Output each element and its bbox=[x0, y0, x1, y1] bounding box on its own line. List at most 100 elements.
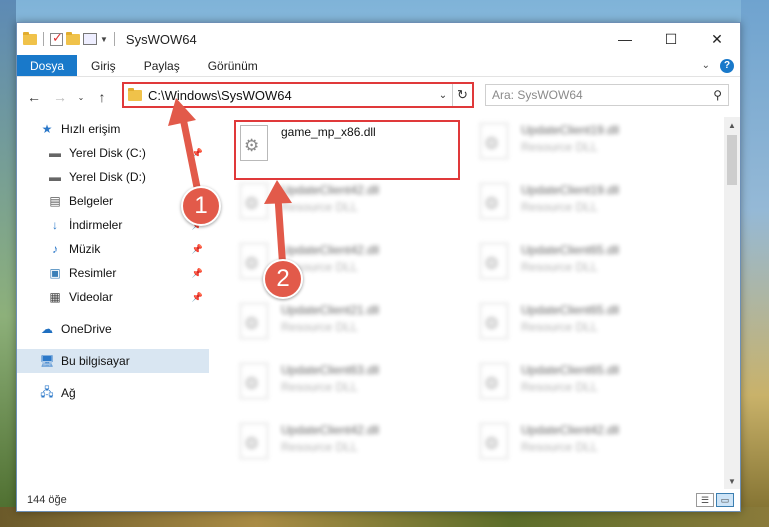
up-button[interactable]: ↑ bbox=[91, 86, 113, 108]
dll-file-icon: ⚙ bbox=[235, 361, 273, 405]
file-explorer-window: ▼ SysWOW64 — ☐ ✕ Dosya Giriş Paylaş Görü… bbox=[16, 22, 741, 512]
minimize-button[interactable]: — bbox=[602, 23, 648, 55]
file-item[interactable]: ⚙ UpdateClient65.dll Resource DLL bbox=[475, 361, 695, 413]
file-description: Resource DLL bbox=[281, 320, 358, 334]
tab-view[interactable]: Görünüm bbox=[194, 55, 272, 76]
address-path[interactable]: C:\Windows\SysWOW64 bbox=[148, 88, 434, 103]
file-item[interactable]: ⚙ UpdateClient42.dll Resource DLL bbox=[235, 181, 455, 233]
dll-file-icon: ⚙ bbox=[475, 121, 513, 165]
refresh-button[interactable]: ↻ bbox=[452, 84, 472, 106]
tiles-view-icon[interactable]: ▭ bbox=[716, 493, 734, 507]
file-item[interactable]: ⚙ UpdateClient21.dll Resource DLL bbox=[235, 301, 455, 353]
quick-access-toolbar: ▼ bbox=[23, 30, 118, 46]
sidebar-item-local-disk-d[interactable]: ▬ Yerel Disk (D:) bbox=[17, 165, 209, 189]
tab-share[interactable]: Paylaş bbox=[130, 55, 194, 76]
sidebar-item-this-pc[interactable]: 🖥 Bu bilgisayar bbox=[17, 349, 209, 373]
drive-icon: ▬ bbox=[49, 146, 61, 160]
file-description: Resource DLL bbox=[521, 380, 598, 394]
chevron-down-icon[interactable]: ▼ bbox=[100, 35, 108, 44]
network-icon: 🖧 bbox=[40, 384, 54, 399]
divider bbox=[113, 32, 115, 46]
expand-ribbon-icon[interactable]: ⌄ bbox=[702, 60, 710, 71]
back-button[interactable]: ← bbox=[23, 86, 45, 108]
sidebar-item-label: Yerel Disk (D:) bbox=[69, 170, 146, 184]
sidebar-item-documents[interactable]: ▤ Belgeler 📌 bbox=[17, 189, 209, 213]
file-description: Resource DLL bbox=[281, 380, 358, 394]
music-icon: ♪ bbox=[52, 242, 58, 256]
file-description: Resource DLL bbox=[521, 440, 598, 454]
file-description: Resource DLL bbox=[521, 260, 598, 274]
window-controls: — ☐ ✕ bbox=[602, 23, 740, 55]
search-input[interactable]: Ara: SysWOW64 bbox=[492, 88, 713, 102]
star-icon: ★ bbox=[41, 122, 53, 136]
file-name: UpdateClient65.dll bbox=[521, 363, 620, 377]
scroll-up-button[interactable]: ▲ bbox=[724, 117, 740, 133]
file-description: Resource DLL bbox=[521, 140, 598, 154]
videos-icon: ▦ bbox=[49, 290, 61, 304]
address-bar[interactable]: C:\Windows\SysWOW64 ⌄ ↻ bbox=[122, 82, 474, 108]
ribbon-right: ⌄ ? bbox=[702, 55, 740, 76]
vertical-scrollbar[interactable]: ▲ ▼ bbox=[724, 117, 740, 489]
file-description: Resource DLL bbox=[521, 320, 598, 334]
scroll-down-button[interactable]: ▼ bbox=[724, 473, 740, 489]
file-item[interactable]: ⚙ UpdateClient42.dll Resource DLL bbox=[475, 421, 695, 473]
dll-file-icon: ⚙ bbox=[475, 361, 513, 405]
title-bar: ▼ SysWOW64 — ☐ ✕ bbox=[17, 23, 740, 55]
close-button[interactable]: ✕ bbox=[694, 23, 740, 55]
sidebar-item-quick-access[interactable]: ★ Hızlı erişim bbox=[17, 117, 209, 141]
dll-file-icon: ⚙ bbox=[235, 421, 273, 465]
dll-file-icon: ⚙ bbox=[235, 301, 273, 345]
sidebar-item-network[interactable]: 🖧 Ağ bbox=[17, 381, 209, 405]
file-item[interactable]: ⚙ UpdateClient63.dll Resource DLL bbox=[235, 361, 455, 413]
recent-locations-button[interactable]: ⌄ bbox=[75, 86, 87, 108]
documents-icon: ▤ bbox=[49, 194, 61, 208]
cloud-icon: ☁ bbox=[41, 322, 53, 336]
maximize-button[interactable]: ☐ bbox=[648, 23, 694, 55]
scroll-thumb[interactable] bbox=[727, 135, 737, 185]
window-title: SysWOW64 bbox=[125, 31, 197, 47]
file-item[interactable]: ⚙ UpdateClient42.dll Resource DLL bbox=[235, 421, 455, 473]
dll-file-icon: ⚙ bbox=[235, 181, 273, 225]
sidebar-item-videos[interactable]: ▦ Videolar 📌 bbox=[17, 285, 209, 309]
sidebar-item-music[interactable]: ♪ Müzik 📌 bbox=[17, 237, 209, 261]
pin-icon: 📌 bbox=[191, 291, 203, 302]
details-view-icon[interactable]: ☰ bbox=[696, 493, 714, 507]
sidebar-item-label: Videolar bbox=[69, 290, 113, 304]
sidebar-item-pictures[interactable]: ▣ Resimler 📌 bbox=[17, 261, 209, 285]
new-folder-icon[interactable] bbox=[66, 31, 80, 45]
chevron-down-icon[interactable]: ⌄ bbox=[434, 90, 452, 101]
file-item[interactable]: ⚙ UpdateClient19.dll Resource DLL bbox=[475, 181, 695, 233]
computer-icon: 🖥 bbox=[39, 354, 55, 368]
properties-check-icon[interactable] bbox=[50, 30, 63, 46]
pin-icon: 📌 bbox=[191, 243, 203, 254]
dll-file-icon: ⚙ bbox=[475, 421, 513, 465]
file-description: Resource DLL bbox=[281, 200, 358, 214]
item-count: 144 öğe bbox=[27, 494, 67, 506]
forward-button[interactable]: → bbox=[49, 86, 71, 108]
help-icon[interactable]: ? bbox=[720, 58, 734, 73]
search-box[interactable]: Ara: SysWOW64 ⚲ bbox=[485, 84, 729, 106]
ribbon-tabs: Dosya Giriş Paylaş Görünüm ⌄ ? bbox=[17, 55, 740, 77]
sidebar-item-label: Müzik bbox=[69, 242, 101, 256]
sidebar-item-label: Bu bilgisayar bbox=[61, 354, 130, 368]
pin-icon: 📌 bbox=[191, 147, 203, 158]
pin-icon: 📌 bbox=[191, 267, 203, 278]
file-item[interactable]: ⚙ UpdateClient65.dll Resource DLL bbox=[475, 241, 695, 293]
file-name: UpdateClient21.dll bbox=[281, 303, 380, 317]
view-toggle: ☰ ▭ bbox=[696, 493, 740, 507]
pictures-icon: ▣ bbox=[49, 266, 61, 280]
sidebar-item-label: Resimler bbox=[69, 266, 117, 280]
drive-icon: ▬ bbox=[49, 170, 61, 184]
sidebar-item-downloads[interactable]: ↓ İndirmeler 📌 bbox=[17, 213, 209, 237]
sidebar-item-label: Belgeler bbox=[69, 194, 114, 208]
customize-icon[interactable] bbox=[83, 33, 97, 45]
tab-file[interactable]: Dosya bbox=[17, 55, 78, 76]
navigation-pane: ★ Hızlı erişim ▬ Yerel Disk (C:) 📌 ▬ Yer… bbox=[17, 117, 209, 489]
search-icon[interactable]: ⚲ bbox=[713, 88, 722, 102]
sidebar-item-label: Hızlı erişim bbox=[61, 122, 121, 136]
tab-home[interactable]: Giriş bbox=[77, 55, 130, 76]
file-item[interactable]: ⚙ UpdateClient19.dll Resource DLL bbox=[475, 121, 695, 173]
sidebar-item-local-disk-c[interactable]: ▬ Yerel Disk (C:) 📌 bbox=[17, 141, 209, 165]
sidebar-item-onedrive[interactable]: ☁ OneDrive bbox=[17, 317, 209, 341]
file-item[interactable]: ⚙ UpdateClient65.dll Resource DLL bbox=[475, 301, 695, 353]
